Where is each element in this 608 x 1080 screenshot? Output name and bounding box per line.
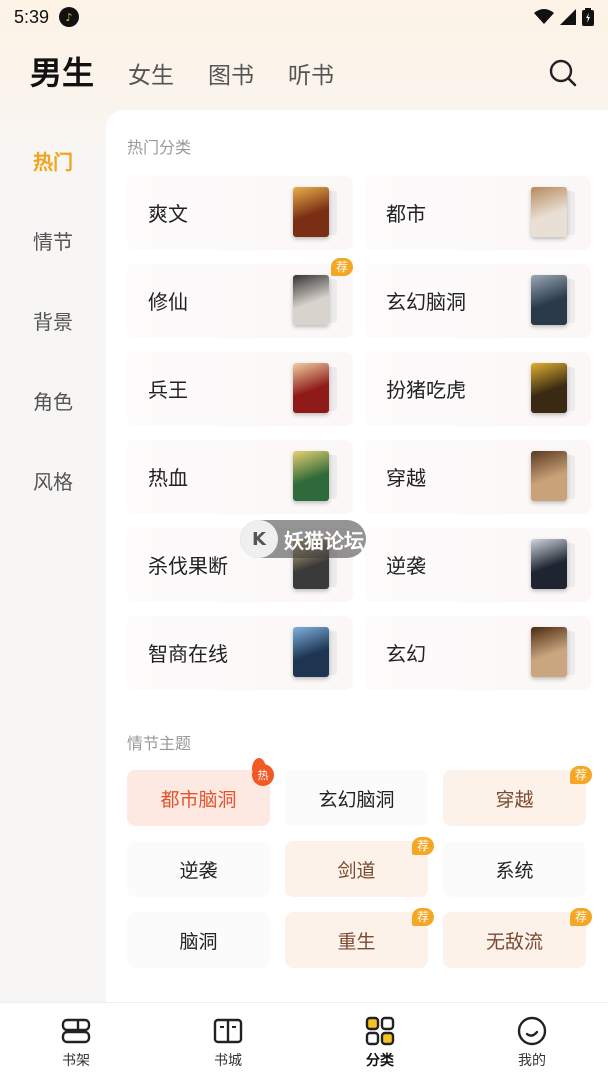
category-card[interactable]: 修仙 荐 bbox=[127, 258, 353, 338]
category-grid-icon bbox=[365, 1016, 395, 1046]
category-label: 穿越 bbox=[386, 466, 426, 490]
theme-chip[interactable]: 都市脑洞热 bbox=[127, 758, 274, 826]
hot-badge: 热 bbox=[252, 764, 274, 786]
tab-audio[interactable]: 听书 bbox=[288, 56, 334, 100]
signal-icon bbox=[560, 9, 576, 25]
top-tabs: 男生 女生 图书 听书 bbox=[30, 50, 334, 100]
book-cover bbox=[293, 451, 329, 501]
forum-watermark: K 妖猫论坛 bbox=[240, 520, 366, 558]
recommend-badge: 荐 bbox=[569, 908, 592, 926]
theme-chip[interactable]: 穿越 荐 bbox=[443, 766, 592, 826]
section-title-plot-themes: 情节主题 bbox=[127, 734, 192, 753]
category-card[interactable]: 玄幻脑洞 bbox=[365, 264, 591, 338]
smile-profile-icon bbox=[517, 1016, 547, 1046]
nav-bookshelf[interactable]: 书架 bbox=[0, 1003, 152, 1080]
theme-chip[interactable]: 剑道 荐 bbox=[285, 837, 434, 897]
book-cover bbox=[531, 539, 567, 589]
sidebar-item-role[interactable]: 角色 bbox=[0, 360, 106, 440]
category-card[interactable]: 穿越 bbox=[365, 440, 591, 514]
theme-chip-label: 无敌流 bbox=[485, 930, 543, 953]
category-card[interactable]: 玄幻 bbox=[365, 616, 591, 690]
book-cover bbox=[531, 275, 567, 325]
sidebar-item-style[interactable]: 风格 bbox=[0, 440, 106, 520]
status-bar: 5:39 ♪ bbox=[0, 0, 608, 34]
theme-chip[interactable]: 脑洞 bbox=[127, 912, 270, 968]
category-label: 杀伐果断 bbox=[148, 554, 228, 578]
category-card[interactable]: 扮猪吃虎 bbox=[365, 352, 591, 426]
nav-bookstore[interactable]: 书城 bbox=[152, 1003, 304, 1080]
music-note-icon: ♪ bbox=[59, 7, 80, 27]
battery-icon bbox=[582, 8, 594, 26]
category-card[interactable]: 逆袭 bbox=[365, 528, 591, 602]
nav-category-label: 分类 bbox=[366, 1053, 394, 1069]
bottom-nav: 书架 书城 分类 我的 bbox=[0, 1002, 608, 1080]
category-label: 玄幻脑洞 bbox=[386, 290, 466, 314]
category-content: 热门分类 爽文 都市 修仙荐玄幻脑洞 兵王 扮猪吃虎 热血 穿越 杀伐果断 逆袭 智商在线 玄幻 情… bbox=[106, 110, 608, 1002]
category-label: 都市 bbox=[386, 202, 426, 226]
sidebar-item-background[interactable]: 背景 bbox=[0, 280, 106, 360]
theme-chip[interactable]: 玄幻脑洞 bbox=[285, 770, 428, 826]
recommend-badge: 荐 bbox=[569, 766, 592, 784]
category-label: 智商在线 bbox=[148, 642, 228, 666]
section-title-hot-categories: 热门分类 bbox=[127, 138, 192, 157]
theme-chip-label: 系统 bbox=[495, 859, 534, 882]
nav-category[interactable]: 分类 bbox=[304, 1003, 456, 1080]
theme-chip[interactable]: 无敌流 荐 bbox=[443, 908, 592, 968]
nav-bookstore-label: 书城 bbox=[214, 1053, 242, 1069]
watermark-logo-icon: K bbox=[240, 520, 278, 558]
watermark-text: 妖猫论坛 bbox=[284, 528, 364, 553]
category-label: 修仙 bbox=[148, 290, 188, 314]
book-cover bbox=[531, 187, 567, 237]
recommend-badge: 荐 bbox=[411, 908, 434, 926]
theme-chip-label: 脑洞 bbox=[179, 930, 218, 953]
wifi-icon bbox=[534, 9, 554, 24]
status-icons bbox=[534, 8, 594, 26]
recommend-badge: 荐 bbox=[330, 258, 353, 276]
category-card[interactable]: 爽文 bbox=[127, 176, 353, 250]
tab-male[interactable]: 男生 bbox=[30, 48, 94, 100]
book-cover bbox=[293, 627, 329, 677]
tab-female[interactable]: 女生 bbox=[128, 56, 174, 100]
category-label: 热血 bbox=[148, 466, 188, 490]
recommend-badge: 荐 bbox=[411, 837, 434, 855]
category-label: 爽文 bbox=[148, 202, 188, 226]
book-cover bbox=[293, 187, 329, 237]
category-sidebar: 热门 情节 背景 角色 风格 bbox=[0, 120, 106, 520]
theme-chip-label: 穿越 bbox=[495, 788, 534, 811]
theme-chip[interactable]: 逆袭 bbox=[127, 841, 270, 897]
category-card[interactable]: 都市 bbox=[365, 176, 591, 250]
tab-books[interactable]: 图书 bbox=[208, 56, 254, 100]
status-time: 5:39 bbox=[14, 6, 50, 27]
sidebar-item-hot[interactable]: 热门 bbox=[0, 120, 106, 200]
category-label: 兵王 bbox=[148, 378, 188, 402]
bookshelf-icon bbox=[61, 1018, 91, 1044]
category-card[interactable]: 智商在线 bbox=[127, 616, 353, 690]
book-cover bbox=[293, 275, 329, 325]
theme-chip-label: 逆袭 bbox=[179, 859, 218, 882]
book-cover bbox=[531, 363, 567, 413]
category-card[interactable]: 兵王 bbox=[127, 352, 353, 426]
theme-chip-label: 重生 bbox=[337, 930, 376, 953]
theme-chip-label: 剑道 bbox=[337, 859, 376, 882]
nav-bookshelf-label: 书架 bbox=[62, 1053, 90, 1069]
category-card[interactable]: 热血 bbox=[127, 440, 353, 514]
category-label: 玄幻 bbox=[386, 642, 426, 666]
nav-profile[interactable]: 我的 bbox=[456, 1003, 608, 1080]
search-icon[interactable] bbox=[548, 58, 578, 88]
book-cover bbox=[293, 363, 329, 413]
book-cover bbox=[531, 627, 567, 677]
sidebar-item-plot[interactable]: 情节 bbox=[0, 200, 106, 280]
open-book-icon bbox=[213, 1018, 243, 1044]
book-cover bbox=[531, 451, 567, 501]
category-label: 逆袭 bbox=[386, 554, 426, 578]
theme-chip[interactable]: 系统 bbox=[443, 841, 586, 897]
theme-chip[interactable]: 重生 荐 bbox=[285, 908, 434, 968]
nav-profile-label: 我的 bbox=[518, 1053, 546, 1069]
category-label: 扮猪吃虎 bbox=[386, 378, 466, 402]
theme-chip-label: 玄幻脑洞 bbox=[318, 788, 395, 811]
theme-chip-label: 都市脑洞 bbox=[160, 788, 237, 811]
